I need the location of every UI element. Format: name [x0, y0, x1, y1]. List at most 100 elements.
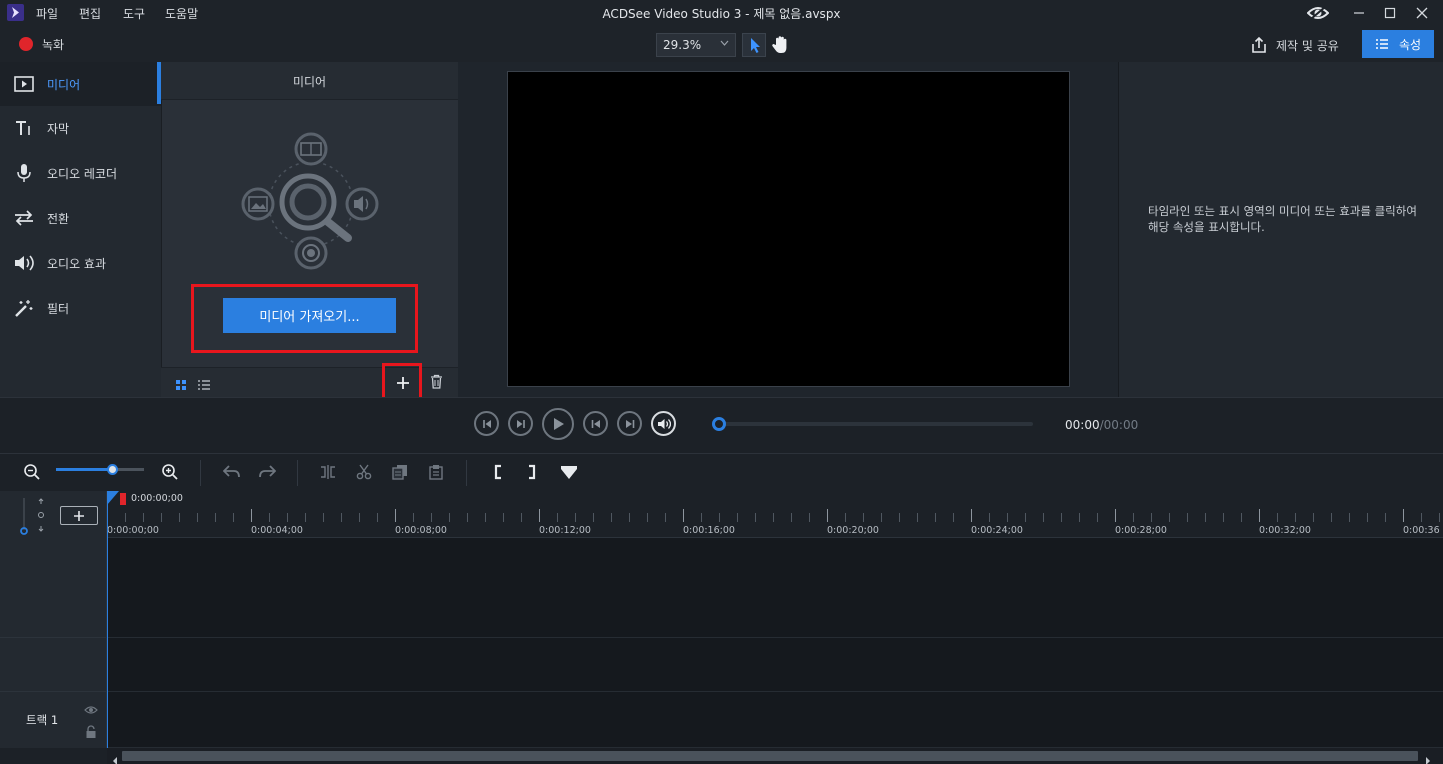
track-label: 트랙 1 [26, 713, 59, 727]
ruler-tick-label: 0:00:12;00 [539, 525, 591, 536]
timeline-toolbar [0, 453, 1443, 491]
seek-handle[interactable] [712, 417, 726, 431]
magic-wand-icon [13, 298, 35, 318]
sidebar-item-transitions[interactable]: 전환 [0, 196, 161, 240]
timeline-track-lane[interactable] [107, 538, 1443, 638]
mark-in-icon[interactable] [486, 460, 510, 484]
track-divider [0, 637, 107, 638]
ruler-tick-label: 0:00:20;00 [827, 525, 879, 536]
properties-button[interactable]: 속성 [1362, 30, 1434, 58]
track-zoom-arrows-icon [36, 497, 46, 533]
ruler-tick-label: 0:00:24;00 [971, 525, 1023, 536]
go-to-end-button[interactable] [617, 411, 642, 436]
ruler-tick-label: 0:00:16;00 [683, 525, 735, 536]
toolbar-divider [466, 460, 467, 486]
timeline-zoom-fill [56, 468, 113, 471]
timeline-ruler[interactable] [107, 491, 1443, 538]
share-button-label: 제작 및 공유 [1276, 38, 1339, 53]
sidebar-item-media[interactable]: 미디어 [0, 62, 161, 106]
sidebar-item-label: 미디어 [47, 77, 81, 92]
menu-help[interactable]: 도움말 [165, 5, 198, 22]
close-button[interactable] [1409, 2, 1435, 24]
play-button[interactable] [542, 408, 574, 440]
menu-file[interactable]: 파일 [36, 5, 58, 22]
menu-edit[interactable]: 편집 [79, 5, 101, 22]
preview-screen[interactable] [507, 71, 1070, 387]
eye-icon[interactable] [84, 700, 98, 714]
timeline-zoom-handle[interactable] [107, 464, 118, 475]
media-placeholder-illustration [238, 132, 384, 272]
cut-icon[interactable] [352, 460, 376, 484]
share-button[interactable]: 제작 및 공유 [1250, 33, 1339, 57]
skip-end-icon [625, 419, 634, 428]
microphone-icon [13, 163, 35, 183]
scroll-right-icon[interactable] [1424, 751, 1432, 764]
ruler-tick-marks [107, 509, 1440, 522]
share-export-icon [1252, 36, 1266, 53]
zoom-in-icon[interactable] [158, 460, 182, 484]
playhead-handle[interactable] [107, 491, 119, 505]
trash-icon[interactable] [430, 374, 443, 389]
track-divider [0, 691, 107, 692]
playhead-time: 0:00:00;00 [131, 493, 183, 504]
hand-tool-button[interactable] [770, 33, 792, 57]
mark-out-icon[interactable] [520, 460, 544, 484]
maximize-button[interactable] [1377, 2, 1403, 24]
ruler-tick-label: 0:00:36 [1403, 525, 1440, 536]
text-icon [13, 118, 35, 138]
go-to-start-button[interactable] [583, 411, 608, 436]
list-icon [1375, 39, 1388, 49]
sidebar-item-audio-recorder[interactable]: 오디오 레코더 [0, 151, 161, 195]
play-icon [554, 418, 564, 430]
ruler-tick-label: 0:00:08;00 [395, 525, 447, 536]
app-logo-icon [7, 4, 24, 21]
eye-toggle-icon[interactable] [1305, 2, 1331, 24]
track-height-slider[interactable] [17, 496, 31, 536]
select-tool-button[interactable] [742, 33, 766, 57]
grid-view-icon[interactable] [175, 376, 187, 390]
lock-icon[interactable] [85, 724, 97, 738]
timeline-track-lane[interactable] [107, 692, 1443, 748]
zoom-out-icon[interactable] [20, 460, 44, 484]
split-icon[interactable] [316, 460, 340, 484]
marker-icon[interactable] [557, 460, 581, 484]
zoom-value: 29.3% [663, 38, 702, 52]
playhead-line[interactable] [107, 491, 108, 748]
title-bar [0, 0, 1443, 28]
sidebar-item-label: 자막 [47, 121, 70, 136]
volume-button[interactable] [651, 411, 676, 436]
minimize-button[interactable] [1346, 2, 1372, 24]
sidebar-item-audio-effects[interactable]: 오디오 효과 [0, 241, 161, 285]
toolbar-divider [297, 460, 298, 486]
app-window: 파일 편집 도구 도움말 ACDSee Video Studio 3 - 제목 … [0, 0, 1443, 764]
playback-timecode: 00:00/00:00 [1065, 418, 1138, 432]
sidebar-item-label: 오디오 레코더 [47, 166, 118, 181]
ruler-tick-label: 0:00:32;00 [1259, 525, 1311, 536]
seek-bar[interactable] [719, 422, 1033, 426]
playhead-marker [120, 493, 126, 505]
volume-icon [657, 418, 671, 429]
timeline-track-lane[interactable] [107, 638, 1443, 692]
redo-icon[interactable] [255, 460, 279, 484]
menu-tools[interactable]: 도구 [123, 5, 145, 22]
scroll-left-icon[interactable] [111, 751, 119, 764]
current-time: 00:00 [1065, 418, 1100, 432]
undo-icon[interactable] [220, 460, 244, 484]
sidebar-item-filters[interactable]: 필터 [0, 286, 161, 330]
list-view-icon[interactable] [197, 376, 211, 390]
media-panel-title: 미디어 [161, 62, 458, 100]
import-media-button[interactable]: 미디어 가져오기... [223, 298, 396, 333]
copy-icon[interactable] [388, 460, 412, 484]
paste-icon[interactable] [424, 460, 448, 484]
timeline-scroll-thumb[interactable] [122, 751, 1418, 761]
next-frame-button[interactable] [508, 411, 533, 436]
record-button-label[interactable]: 녹화 [42, 36, 64, 53]
record-icon[interactable] [19, 37, 33, 51]
sidebar-item-titles[interactable]: 자막 [0, 106, 161, 150]
ruler-tick-label: 0:00:00;00 [107, 525, 159, 536]
previous-frame-button[interactable] [474, 411, 499, 436]
add-track-button[interactable] [60, 506, 98, 525]
cursor-arrow-icon [751, 38, 760, 53]
properties-button-label: 속성 [1398, 37, 1422, 52]
add-media-icon[interactable] [396, 375, 410, 389]
